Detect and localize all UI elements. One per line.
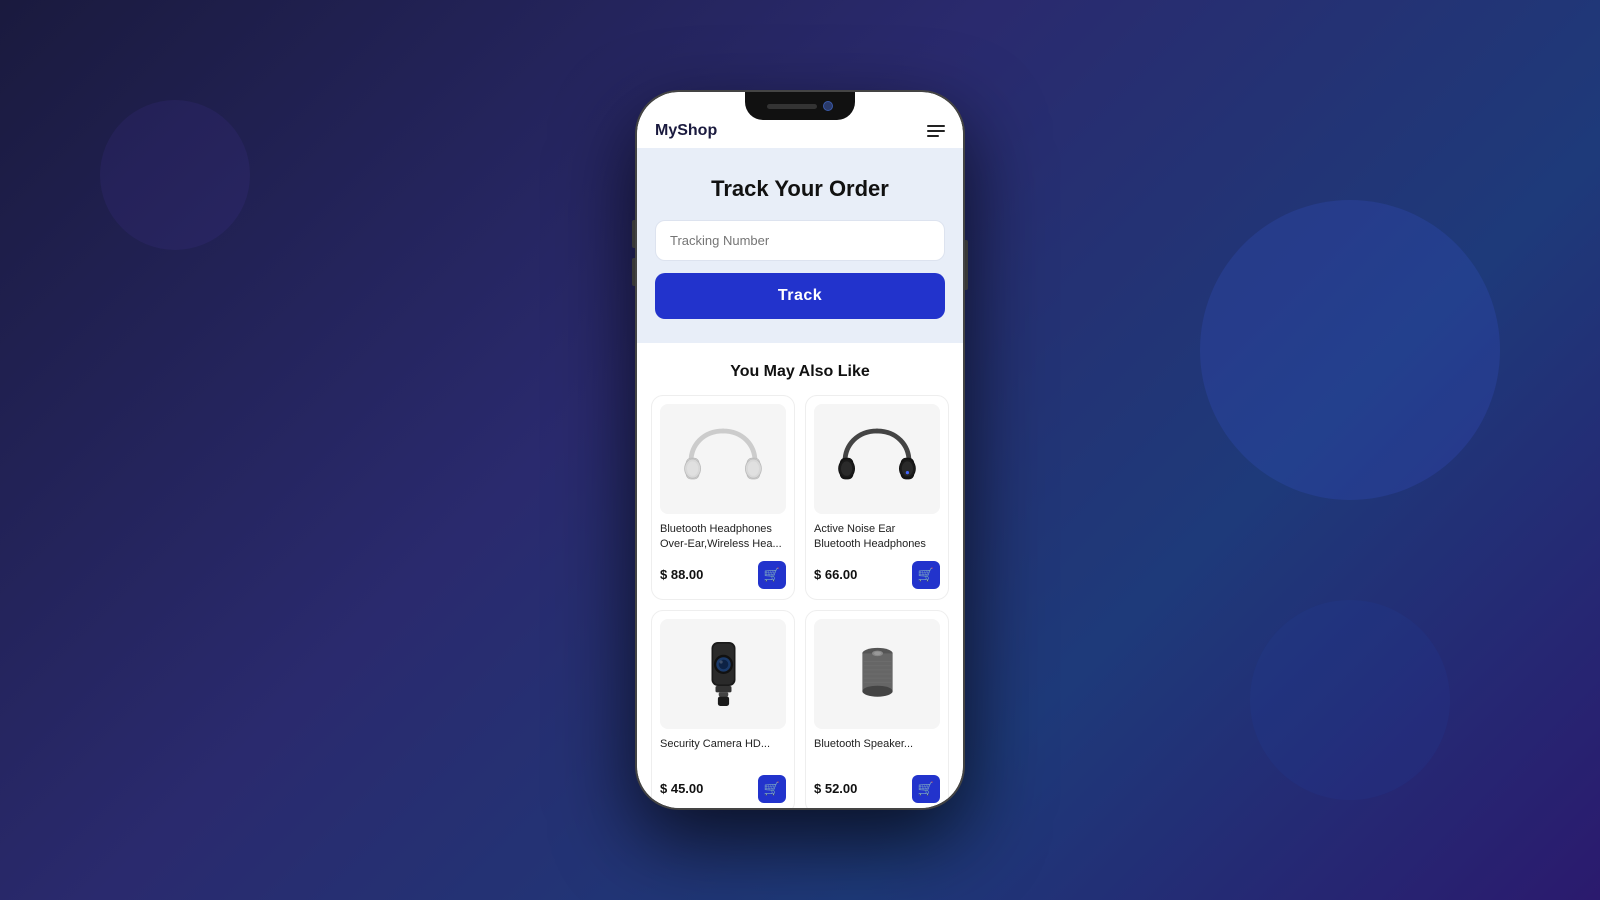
product-footer-3: $ 45.00 🛒 (660, 775, 786, 803)
product-card-3[interactable]: Security Camera HD... $ 45.00 🛒 (651, 610, 795, 808)
product-image-3 (660, 619, 786, 729)
product-footer-4: $ 52.00 🛒 (814, 775, 940, 803)
track-button[interactable]: Track (655, 273, 945, 319)
front-camera (823, 101, 833, 111)
track-title: Track Your Order (655, 176, 945, 202)
cart-icon-4: 🛒 (918, 781, 934, 797)
phone-screen: MyShop Track Your Order Track You May A (635, 90, 965, 810)
product-image-2 (814, 404, 940, 514)
product-price-3: $ 45.00 (660, 781, 703, 796)
product-price-4: $ 52.00 (814, 781, 857, 796)
notch-bar (767, 104, 817, 109)
product-image-4 (814, 619, 940, 729)
track-order-section: Track Your Order Track (637, 148, 963, 343)
speaker-icon (850, 634, 905, 714)
tracking-number-input[interactable] (655, 220, 945, 261)
products-grid: Bluetooth Headphones Over-Ear,Wireless H… (651, 395, 949, 808)
product-footer-2: $ 66.00 🛒 (814, 561, 940, 589)
product-name-3: Security Camera HD... (660, 737, 786, 767)
add-to-cart-button-1[interactable]: 🛒 (758, 561, 786, 589)
cart-icon-2: 🛒 (918, 567, 934, 583)
product-image-1 (660, 404, 786, 514)
product-price-2: $ 66.00 (814, 567, 857, 582)
product-card-4[interactable]: Bluetooth Speaker... $ 52.00 🛒 (805, 610, 949, 808)
add-to-cart-button-4[interactable]: 🛒 (912, 775, 940, 803)
product-card-2[interactable]: Active Noise Ear Bluetooth Headphones $ … (805, 395, 949, 600)
recommendations-section: You May Also Like (637, 343, 963, 808)
menu-icon[interactable] (927, 109, 945, 137)
cart-icon-3: 🛒 (764, 781, 780, 797)
add-to-cart-button-3[interactable]: 🛒 (758, 775, 786, 803)
scroll-content[interactable]: Track Your Order Track You May Also Like (637, 148, 963, 808)
add-to-cart-button-2[interactable]: 🛒 (912, 561, 940, 589)
product-name-1: Bluetooth Headphones Over-Ear,Wireless H… (660, 522, 786, 553)
product-price-1: $ 88.00 (660, 567, 703, 582)
cart-icon-1: 🛒 (764, 567, 780, 583)
power-button (965, 240, 968, 290)
product-name-4: Bluetooth Speaker... (814, 737, 940, 767)
product-name-2: Active Noise Ear Bluetooth Headphones (814, 522, 940, 553)
app-logo: MyShop (655, 106, 717, 140)
product-card-1[interactable]: Bluetooth Headphones Over-Ear,Wireless H… (651, 395, 795, 600)
camera-icon (691, 634, 756, 714)
top-bar: MyShop (637, 92, 963, 148)
headphone-black-icon (837, 419, 917, 499)
recommendations-title: You May Also Like (651, 363, 949, 381)
headphone-white-icon (683, 419, 763, 499)
product-footer-1: $ 88.00 🛒 (660, 561, 786, 589)
notch (745, 92, 855, 120)
phone-frame: MyShop Track Your Order Track You May A (635, 90, 965, 810)
